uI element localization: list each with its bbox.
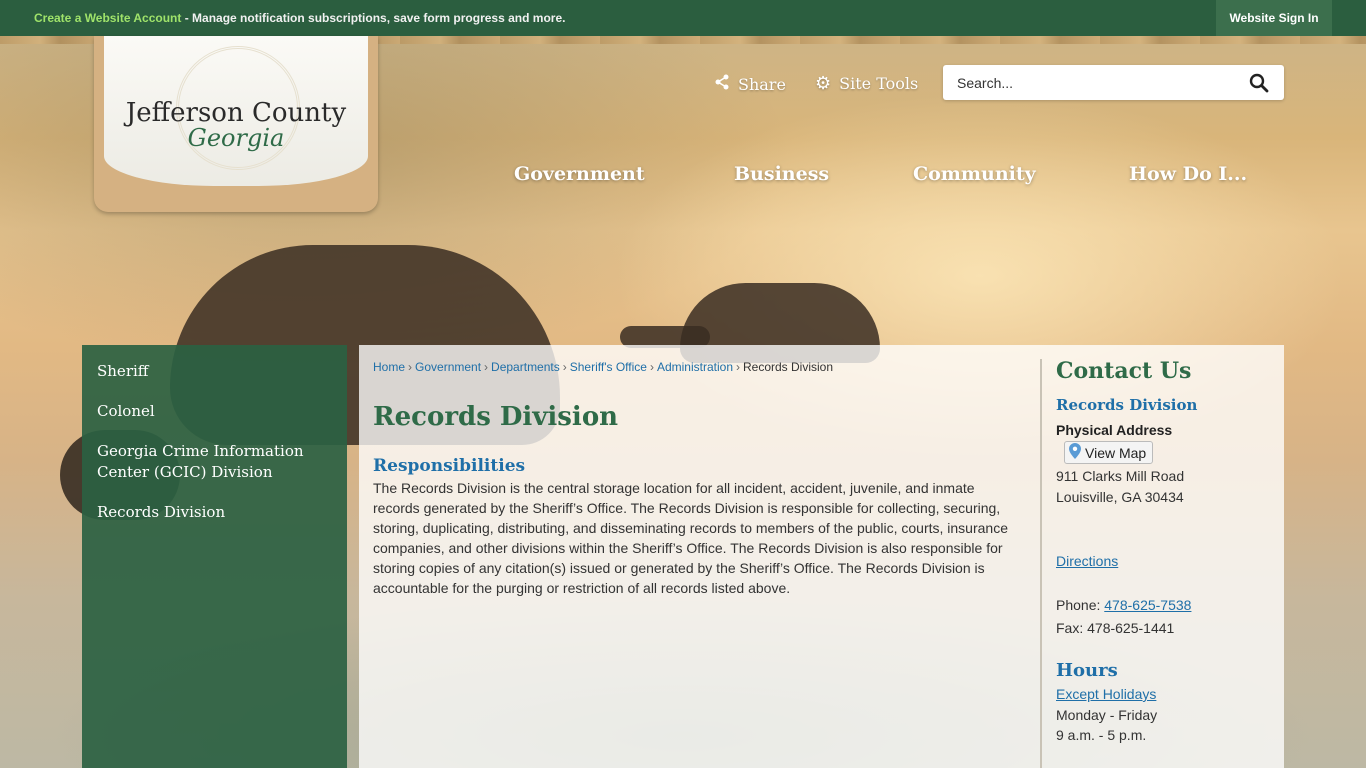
hours-days: Monday - Friday <box>1056 707 1158 723</box>
logo-panel: Jefferson County Georgia <box>104 36 368 186</box>
nav-how-do-i[interactable]: How Do I... <box>1129 163 1247 185</box>
search-box <box>943 65 1284 100</box>
sidebar-nav: Sheriff Colonel Georgia Crime Informatio… <box>82 345 347 768</box>
fax-text: Fax: 478-625-1441 <box>1056 620 1175 636</box>
sidebar-item-gcic-division[interactable]: Georgia Crime Information Center (GCIC) … <box>97 441 337 483</box>
except-holidays-link[interactable]: Except Holidays <box>1056 686 1156 702</box>
nav-government[interactable]: Government <box>514 163 645 185</box>
responsibilities-text: The Records Division is the central stor… <box>373 480 1008 596</box>
hours-title: Hours <box>1056 660 1118 681</box>
account-message-text: - Manage notification subscriptions, sav… <box>181 11 566 25</box>
logo-banner[interactable]: Jefferson County Georgia <box>94 36 378 212</box>
address-line-1: 911 Clarks Mill Road <box>1056 468 1185 484</box>
contact-department-link[interactable]: Records Division <box>1056 396 1197 414</box>
breadcrumb-separator: › <box>562 360 567 374</box>
phone-label: Phone: <box>1056 597 1105 613</box>
phone-link[interactable]: 478-625-7538 <box>1104 597 1191 613</box>
gear-icon: ⚙ <box>815 72 832 94</box>
breadcrumb-separator: › <box>484 360 489 374</box>
page-title: Records Division <box>373 402 619 432</box>
share-button[interactable]: Share <box>714 74 786 94</box>
breadcrumb: Home › Government › Departments › Sheriff's Of… <box>373 360 833 374</box>
breadcrumb-administration[interactable]: Administration <box>657 360 733 374</box>
nav-business[interactable]: Business <box>734 163 829 185</box>
search-input[interactable] <box>957 73 1237 93</box>
contact-title: Contact Us <box>1056 358 1192 384</box>
view-map-button[interactable]: View Map <box>1064 441 1154 464</box>
breadcrumb-home[interactable]: Home <box>373 360 405 374</box>
site-tools-label: Site Tools <box>839 74 919 93</box>
physical-address-label: Physical Address <box>1056 422 1173 438</box>
site-tools-button[interactable]: ⚙ Site Tools <box>815 74 918 93</box>
breadcrumb-separator: › <box>736 360 740 374</box>
address-line-2: Louisville, GA 30434 <box>1056 489 1184 505</box>
breadcrumb-government[interactable]: Government <box>415 360 481 374</box>
create-account-link[interactable]: Create a Website Account <box>34 11 181 25</box>
website-sign-in-button[interactable]: Website Sign In <box>1216 0 1332 36</box>
breadcrumb-separator: › <box>408 360 413 374</box>
breadcrumb-sheriffs-office[interactable]: Sheriff's Office <box>570 360 647 374</box>
breadcrumb-separator: › <box>649 360 654 374</box>
search-icon[interactable] <box>1249 73 1269 93</box>
nav-community[interactable]: Community <box>913 163 1036 185</box>
top-notification-bar: Create a Website Account - Manage notifi… <box>0 0 1366 36</box>
sidebar-item-sheriff[interactable]: Sheriff <box>97 361 337 382</box>
main-content: Home › Government › Departments › Sheriff's Of… <box>359 345 1284 768</box>
map-pin-icon <box>1069 443 1081 462</box>
share-label: Share <box>738 74 786 94</box>
share-icon <box>714 74 730 94</box>
sidebar-item-colonel[interactable]: Colonel <box>97 401 337 422</box>
section-title: Responsibilities <box>373 456 526 476</box>
phone-row: Phone: 478-625-7538 <box>1056 597 1191 613</box>
hours-times: 9 a.m. - 5 p.m. <box>1056 727 1147 743</box>
view-map-label: View Map <box>1085 444 1147 461</box>
directions-link[interactable]: Directions <box>1056 553 1118 569</box>
logo-subtitle: Georgia <box>187 124 285 152</box>
sidebar-item-records-division[interactable]: Records Division <box>97 502 337 523</box>
account-message: Create a Website Account - Manage notifi… <box>34 11 565 25</box>
column-divider <box>1040 359 1042 768</box>
breadcrumb-departments[interactable]: Departments <box>491 360 560 374</box>
breadcrumb-current: Records Division <box>743 360 834 374</box>
